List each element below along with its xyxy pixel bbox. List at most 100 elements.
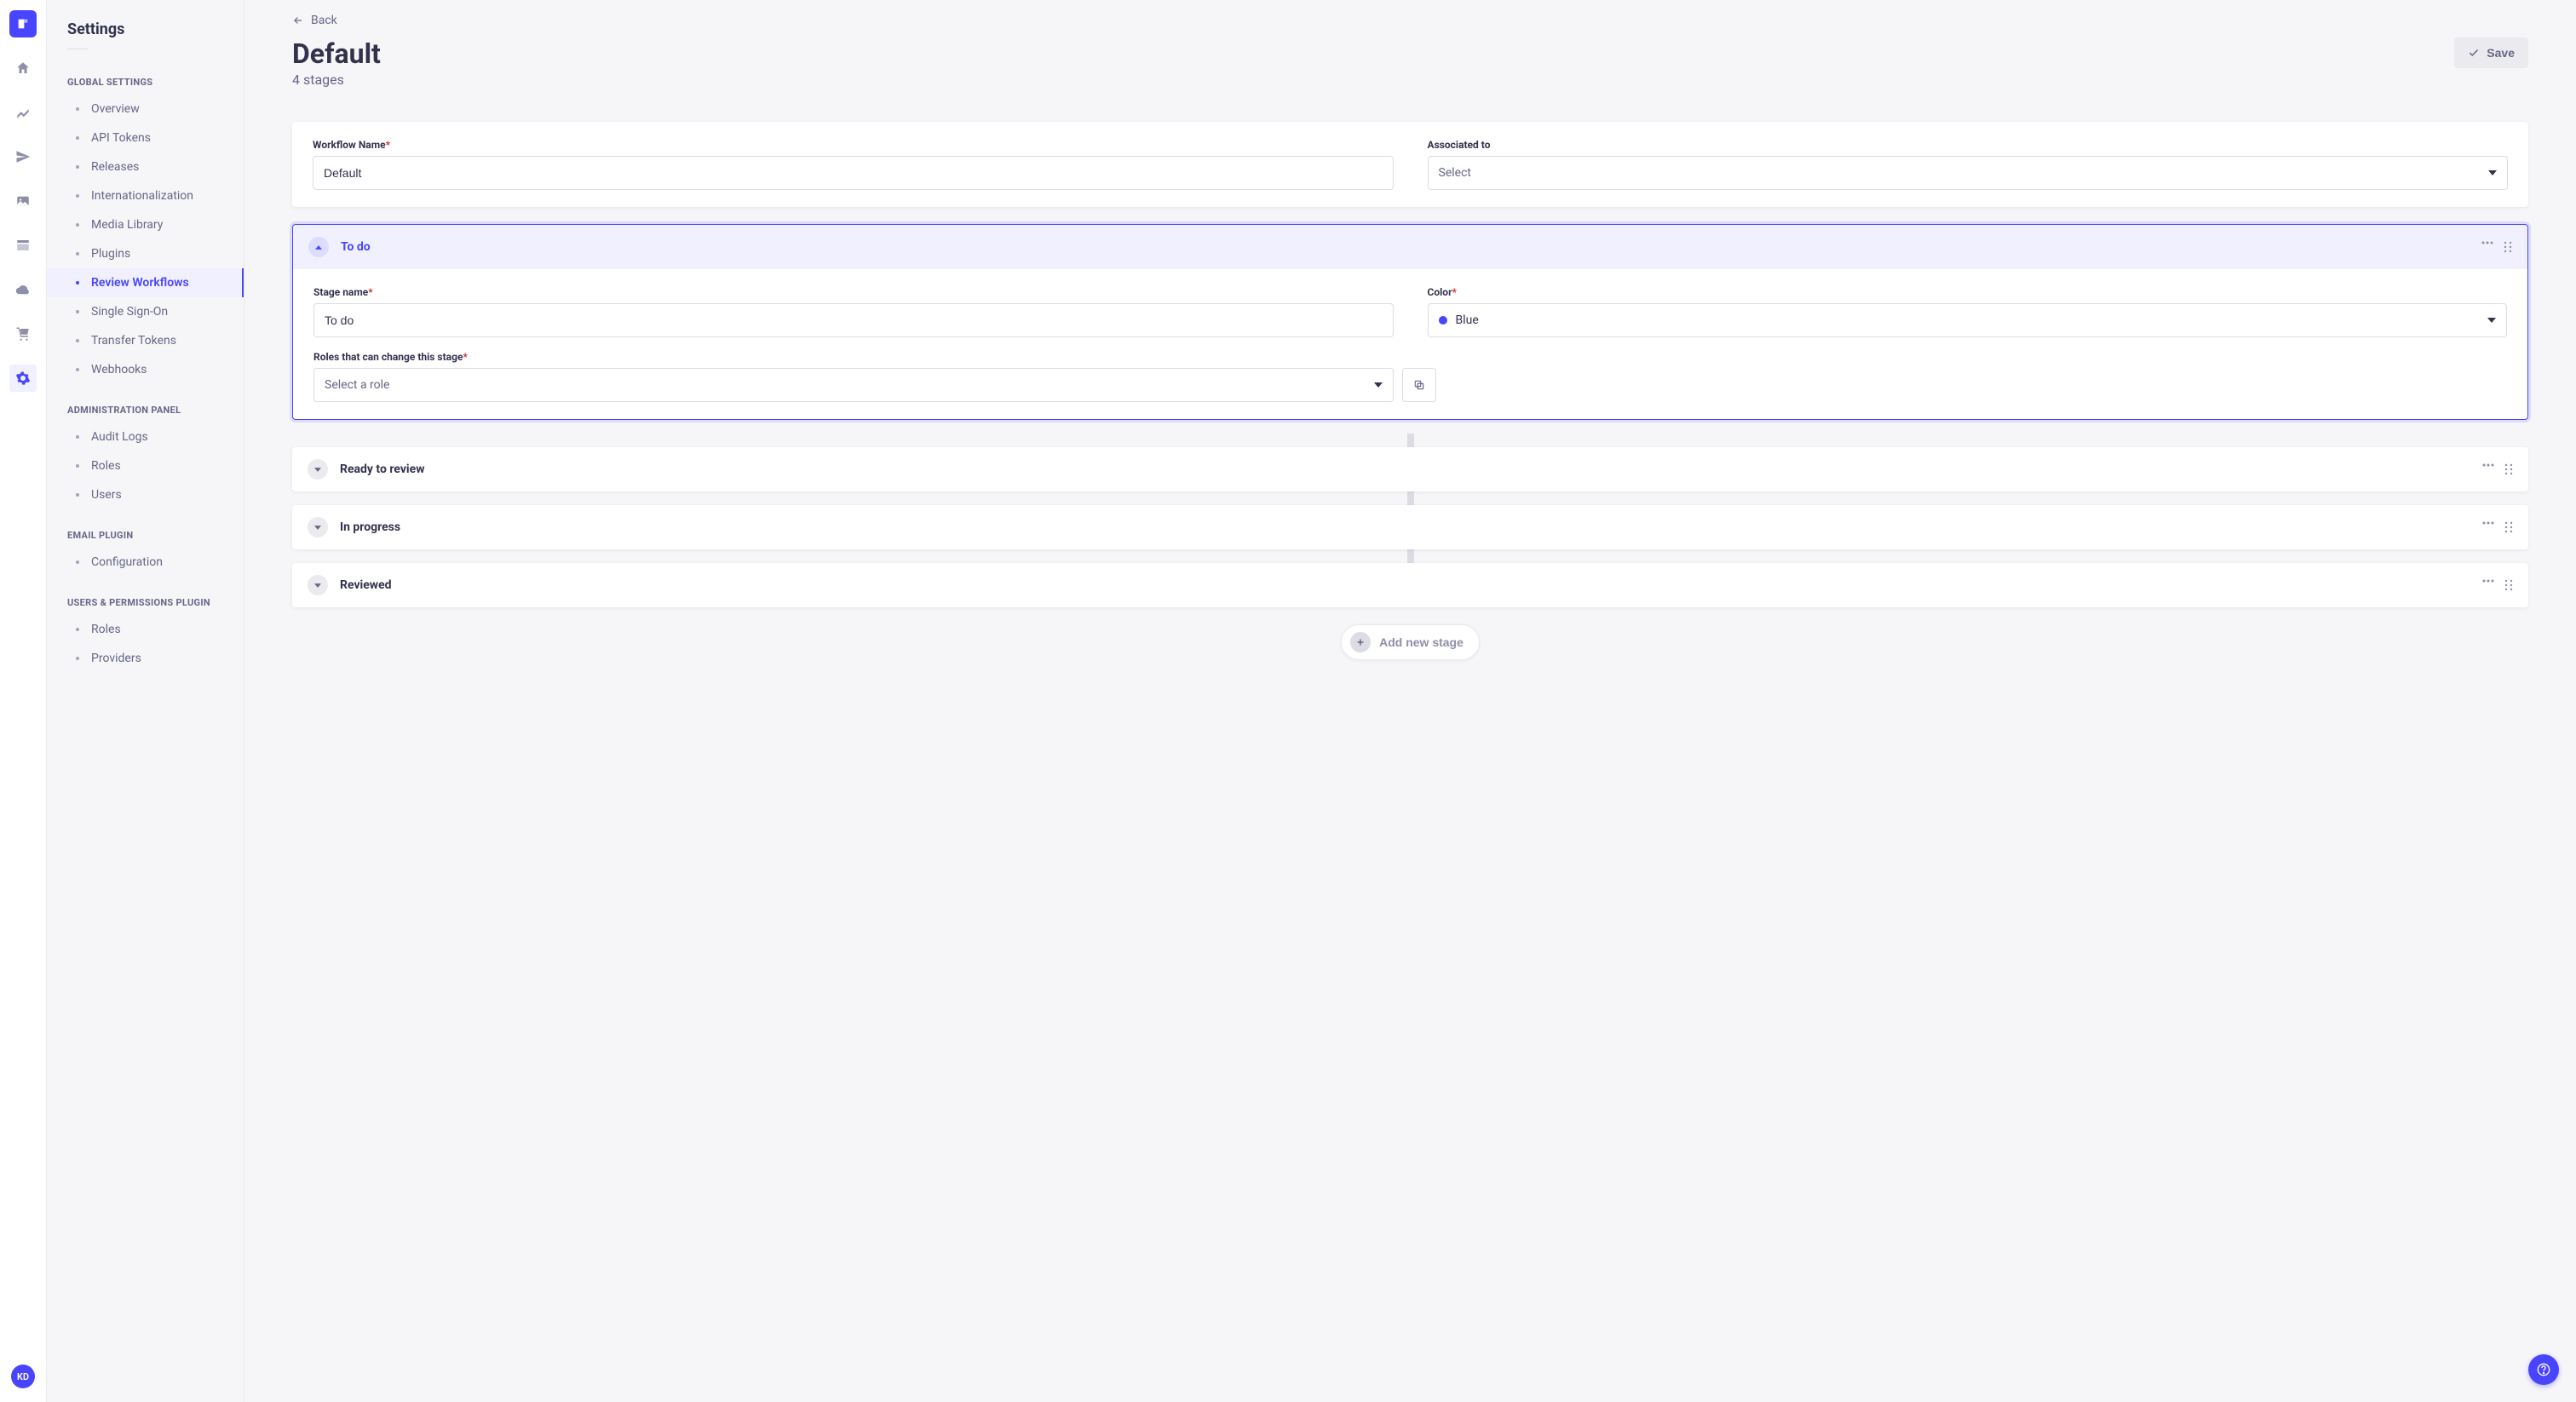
settings-icon[interactable]	[9, 365, 37, 392]
sidebar-item[interactable]: Transfer Tokens	[47, 326, 244, 355]
sidebar-item-label: Releases	[91, 160, 139, 174]
stage-card: Reviewed	[292, 563, 2528, 607]
roles-select[interactable]: Select a role	[313, 368, 1394, 402]
bullet-icon	[76, 194, 79, 198]
bullet-icon	[76, 310, 79, 313]
stage-name-input[interactable]	[313, 303, 1394, 337]
media-icon[interactable]	[9, 187, 37, 215]
sidebar-section-label: GLOBAL SETTINGS	[47, 70, 244, 95]
sidebar-item-label: Transfer Tokens	[91, 334, 176, 348]
bullet-icon	[76, 252, 79, 256]
save-button[interactable]: Save	[2454, 37, 2528, 68]
associated-to-select[interactable]: Select	[1428, 156, 2509, 190]
sidebar-section-label: ADMINISTRATION PANEL	[47, 398, 244, 422]
sidebar-item[interactable]: Plugins	[47, 239, 244, 268]
arrow-left-icon	[292, 14, 304, 26]
associated-placeholder: Select	[1439, 166, 1471, 180]
drag-handle-icon[interactable]	[2504, 521, 2513, 533]
expand-button[interactable]	[308, 575, 328, 595]
bullet-icon	[76, 560, 79, 564]
sidebar-item[interactable]: Review Workflows	[47, 268, 244, 297]
workflow-name-input[interactable]	[313, 156, 1394, 190]
sidebar-item[interactable]: Roles	[47, 451, 244, 480]
sidebar-item[interactable]: Roles	[47, 615, 244, 644]
stage-connector	[1407, 434, 1414, 447]
back-link[interactable]: Back	[292, 14, 337, 27]
nav-icon-rail: KD	[0, 0, 47, 1402]
bullet-icon	[76, 165, 79, 169]
collapse-button[interactable]	[308, 237, 329, 257]
stage-title: Ready to review	[340, 463, 2470, 476]
color-dot	[1439, 316, 1447, 325]
stage-card: In progress	[292, 505, 2528, 549]
sidebar-item[interactable]: Internationalization	[47, 181, 244, 210]
stage-title: In progress	[340, 520, 2470, 534]
help-fab[interactable]	[2528, 1354, 2559, 1385]
sidebar-item[interactable]: Media Library	[47, 210, 244, 239]
stage-header[interactable]: Reviewed	[292, 563, 2528, 607]
sidebar-item-label: API Tokens	[91, 131, 151, 145]
cloud-icon[interactable]	[9, 276, 37, 303]
sidebar-section-label: USERS & PERMISSIONS PLUGIN	[47, 590, 244, 615]
sidebar-section-label: EMAIL PLUGIN	[47, 523, 244, 548]
stage-title: To do	[341, 240, 2470, 254]
caret-up-icon	[315, 245, 322, 250]
stage-header[interactable]: In progress	[292, 505, 2528, 549]
question-icon	[2537, 1363, 2550, 1376]
more-icon[interactable]	[2482, 521, 2494, 533]
bullet-icon	[76, 368, 79, 371]
drag-handle-icon[interactable]	[2504, 241, 2512, 253]
bullet-icon	[76, 435, 79, 439]
sidebar-item-label: Roles	[91, 459, 121, 473]
add-stage-button[interactable]: Add new stage	[1341, 624, 1480, 660]
sidebar-item[interactable]: Releases	[47, 152, 244, 181]
app-logo[interactable]	[9, 10, 37, 37]
layout-icon[interactable]	[9, 232, 37, 259]
main-content: Back Default 4 stages Save Workflow Name…	[244, 0, 2576, 1402]
sidebar-item[interactable]: API Tokens	[47, 124, 244, 152]
content-icon[interactable]	[9, 99, 37, 126]
sidebar-item-label: Single Sign-On	[91, 305, 168, 319]
save-label: Save	[2487, 46, 2515, 60]
user-avatar[interactable]: KD	[11, 1365, 35, 1388]
home-icon[interactable]	[9, 55, 37, 82]
caret-down-icon	[1374, 382, 1383, 388]
stage-connector	[1407, 491, 1414, 505]
sidebar-item-label: Internationalization	[91, 189, 193, 203]
sidebar-item-label: Review Workflows	[91, 276, 189, 290]
caret-down-icon	[314, 468, 321, 472]
expand-button[interactable]	[308, 517, 328, 537]
more-icon[interactable]	[2482, 463, 2494, 475]
stage-header[interactable]: Ready to review	[292, 447, 2528, 491]
cart-icon[interactable]	[9, 320, 37, 348]
drag-handle-icon[interactable]	[2504, 579, 2513, 591]
sidebar-item-label: Audit Logs	[91, 430, 148, 444]
sidebar-item-label: Media Library	[91, 218, 163, 232]
sidebar-item[interactable]: Overview	[47, 95, 244, 124]
more-icon[interactable]	[2482, 579, 2494, 591]
caret-down-icon	[2488, 170, 2497, 175]
roles-label: Roles that can change this stage*	[313, 351, 2507, 363]
stage-color-select[interactable]: Blue	[1428, 303, 2508, 337]
sidebar-item[interactable]: Single Sign-On	[47, 297, 244, 326]
stage-header[interactable]: To do	[293, 225, 2527, 269]
associated-to-label: Associated to	[1428, 139, 2509, 151]
add-stage-label: Add new stage	[1379, 635, 1463, 649]
sidebar-item[interactable]: Configuration	[47, 548, 244, 577]
plus-icon	[1350, 632, 1371, 652]
copy-roles-button[interactable]	[1402, 368, 1436, 402]
sidebar-item[interactable]: Webhooks	[47, 355, 244, 384]
send-icon[interactable]	[9, 143, 37, 170]
page-subtitle: 4 stages	[292, 72, 381, 88]
sidebar-item-label: Roles	[91, 623, 121, 636]
stage-title: Reviewed	[340, 578, 2470, 592]
more-icon[interactable]	[2481, 241, 2493, 253]
sidebar-item[interactable]: Users	[47, 480, 244, 509]
drag-handle-icon[interactable]	[2504, 463, 2513, 475]
copy-icon	[1413, 379, 1425, 391]
sidebar-item[interactable]: Providers	[47, 644, 244, 673]
sidebar-item[interactable]: Audit Logs	[47, 422, 244, 451]
expand-button[interactable]	[308, 459, 328, 480]
bullet-icon	[76, 223, 79, 227]
sidebar-item-label: Webhooks	[91, 363, 147, 376]
